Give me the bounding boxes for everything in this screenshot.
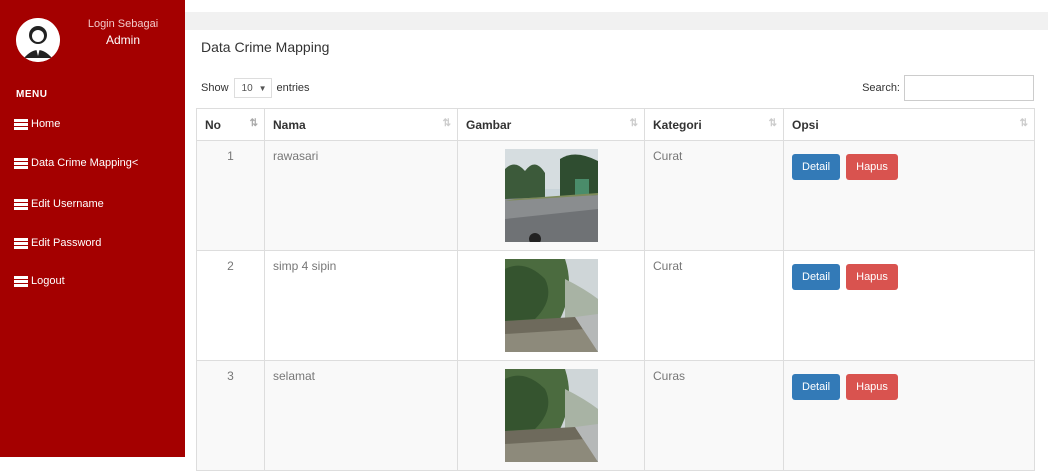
entries-select[interactable]: 10 ▼: [233, 78, 272, 98]
list-icon: [14, 237, 28, 249]
sidebar-item-home[interactable]: Home: [14, 113, 60, 135]
cell-nama: rawasari: [264, 140, 458, 251]
cell-no: 1: [196, 140, 265, 251]
entries-label: entries: [276, 82, 310, 94]
search-input[interactable]: [904, 75, 1034, 101]
entries-control: Show 10 ▼ entries: [201, 78, 310, 98]
list-icon: [14, 275, 28, 287]
data-table: No ⇅ Nama ⇅ Gambar ⇅ Kategori ⇅ Opsi ⇅ 1 rawa…: [196, 108, 1035, 471]
sort-asc-icon: ⇅: [249, 118, 258, 129]
table-row: 3 selamat Curas Detail Hapus: [196, 360, 1035, 471]
column-header-gambar[interactable]: Gambar ⇅: [457, 108, 645, 141]
sidebar-item-logout[interactable]: Logout: [14, 270, 65, 292]
cell-nama: simp 4 sipin: [264, 250, 458, 361]
caret-down-icon: ▼: [258, 83, 267, 93]
hapus-button[interactable]: Hapus: [846, 154, 898, 180]
sort-icon: ⇅: [442, 118, 451, 129]
cell-gambar: [457, 250, 645, 361]
sort-icon: ⇅: [1019, 118, 1028, 129]
cell-no: 2: [196, 250, 265, 361]
cell-gambar: [457, 140, 645, 251]
detail-button[interactable]: Detail: [792, 374, 841, 400]
hapus-button[interactable]: Hapus: [846, 374, 898, 400]
page-title: Data Crime Mapping: [201, 39, 330, 55]
cell-kategori: Curas: [644, 360, 784, 471]
roadside-bushes-photo: [504, 369, 598, 462]
top-bar: [185, 12, 1048, 30]
road-photo: [504, 149, 598, 242]
cell-gambar: [457, 360, 645, 471]
sidebar-item-label: Logout: [31, 275, 65, 287]
list-icon: [14, 118, 28, 130]
table-row: 2 simp 4 sipin Curat Detail Hapus: [196, 250, 1035, 361]
detail-button[interactable]: Detail: [792, 264, 841, 290]
roadside-bushes-photo: [504, 259, 598, 352]
sort-icon: ⇅: [629, 118, 638, 129]
search-control: Search:: [862, 75, 1034, 101]
sidebar-item-edit-username[interactable]: Edit Username: [14, 193, 104, 215]
cell-kategori: Curat: [644, 250, 784, 361]
cell-opsi: Detail Hapus: [783, 250, 1035, 361]
column-header-kategori[interactable]: Kategori ⇅: [644, 108, 784, 141]
column-header-no[interactable]: No ⇅: [196, 108, 265, 141]
list-icon: [14, 157, 28, 169]
detail-button[interactable]: Detail: [792, 154, 841, 180]
user-avatar-icon: [16, 18, 60, 62]
column-header-opsi[interactable]: Opsi ⇅: [783, 108, 1035, 141]
main-content: Data Crime Mapping Show 10 ▼ entries Sea…: [185, 30, 1048, 471]
hapus-button[interactable]: Hapus: [846, 264, 898, 290]
search-label: Search:: [862, 82, 900, 94]
cell-opsi: Detail Hapus: [783, 140, 1035, 251]
sort-icon: ⇅: [768, 118, 777, 129]
sidebar-item-edit-password[interactable]: Edit Password: [14, 232, 101, 254]
sidebar-item-label: Edit Username: [31, 198, 104, 210]
profile-block: Login Sebagai Admin: [16, 18, 176, 68]
column-header-nama[interactable]: Nama ⇅: [264, 108, 458, 141]
cell-nama: selamat: [264, 360, 458, 471]
list-icon: [14, 198, 28, 210]
cell-kategori: Curat: [644, 140, 784, 251]
show-label: Show: [201, 82, 229, 94]
cell-no: 3: [196, 360, 265, 471]
entries-value: 10: [241, 82, 253, 94]
table-row: 1 rawasari Curat Detail Hapus: [196, 140, 1035, 251]
login-user: Admin: [105, 33, 140, 47]
cell-opsi: Detail Hapus: [783, 360, 1035, 471]
sidebar-item-label: Edit Password: [31, 237, 102, 249]
sidebar: Login Sebagai Admin MENU Home Data Crime…: [0, 0, 185, 457]
menu-header: MENU: [16, 89, 48, 100]
sidebar-item-label: Home: [31, 118, 61, 130]
sidebar-item-label: Data Crime Mapping<: [31, 157, 139, 169]
login-label: Login Sebagai: [87, 18, 159, 30]
sidebar-item-data-crime-mapping[interactable]: Data Crime Mapping<: [14, 152, 138, 174]
